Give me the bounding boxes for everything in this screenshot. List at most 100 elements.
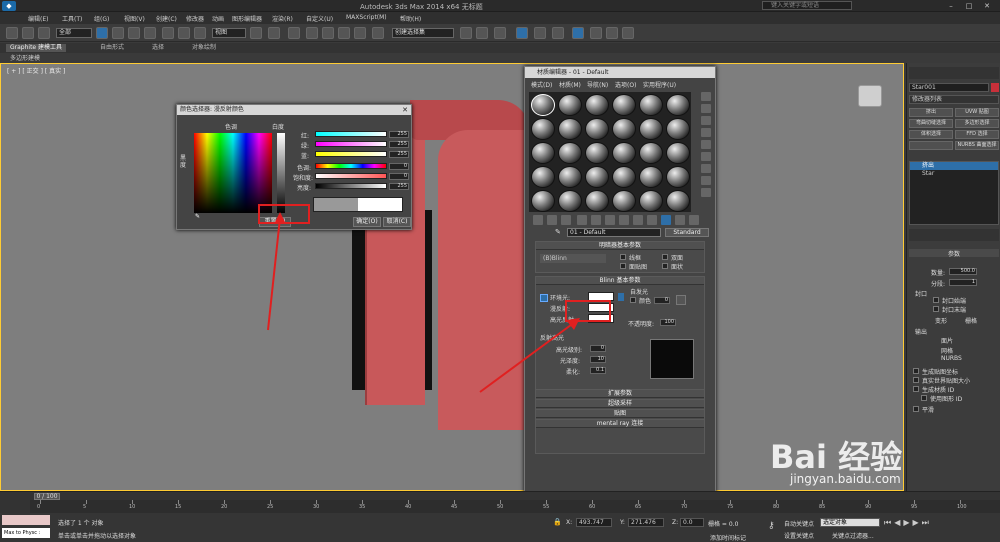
menu-help[interactable]: 帮助(H): [400, 14, 421, 23]
time-slider-handle[interactable]: 0 / 100: [34, 493, 60, 500]
green-value[interactable]: 255: [389, 141, 409, 148]
put-to-library-icon[interactable]: [619, 215, 629, 225]
amount-value[interactable]: 500.0: [949, 268, 977, 275]
reset-material-icon[interactable]: [577, 215, 587, 225]
minimize-icon[interactable]: –: [944, 1, 958, 11]
menu-view[interactable]: 视图(V): [124, 14, 145, 23]
object-name-field[interactable]: Star001: [909, 83, 989, 92]
schematic-view-icon[interactable]: [552, 27, 564, 39]
material-sample-sphere[interactable]: [666, 166, 690, 188]
color-dialog-title[interactable]: 颜色选择器: 漫反射颜色: [177, 105, 411, 115]
maxscript-input[interactable]: Max to Physc :: [2, 528, 50, 538]
lock-ambient-diffuse-icon[interactable]: [540, 294, 548, 302]
edit-named-sets-icon[interactable]: [372, 27, 384, 39]
set-key-button[interactable]: 设置关键点: [784, 531, 814, 540]
bind-spacewarp-icon[interactable]: [38, 27, 50, 39]
material-sample-sphere[interactable]: [612, 166, 636, 188]
viewcube-icon[interactable]: [858, 85, 882, 107]
menu-graph-editors[interactable]: 图形编辑器: [232, 14, 262, 23]
material-sample-sphere[interactable]: [639, 142, 663, 164]
go-forward-sibling-icon[interactable]: [689, 215, 699, 225]
stack-tools[interactable]: [909, 229, 999, 241]
red-slider[interactable]: [315, 131, 387, 137]
params-rollout-header[interactable]: 参数: [909, 249, 999, 258]
material-sample-sphere[interactable]: [612, 118, 636, 140]
rotate-icon[interactable]: [178, 27, 190, 39]
mod-uvw-button[interactable]: UVW 贴图: [955, 108, 999, 117]
saturation-slider[interactable]: [315, 173, 387, 179]
blinn-rollout-header[interactable]: Blinn 基本参数: [536, 277, 704, 285]
command-panel-tabs[interactable]: [909, 67, 999, 79]
material-sample-sphere[interactable]: [531, 190, 555, 212]
value-slider[interactable]: [315, 183, 387, 189]
material-navigator-icon[interactable]: [701, 188, 711, 197]
track-bar[interactable]: 0 5 10 15 20 25 30 35 40 45 50 55 60 65 70 75 80 85 90 95 10…: [30, 500, 1000, 513]
material-sample-sphere[interactable]: [639, 118, 663, 140]
key-mode-select[interactable]: 选定对象: [820, 518, 880, 527]
x-coordinate-field[interactable]: 493.747: [576, 518, 612, 527]
close-icon[interactable]: ✕: [402, 105, 408, 115]
me-menu-options[interactable]: 选项(O): [615, 80, 636, 89]
material-sample-sphere[interactable]: [666, 94, 690, 116]
material-sample-sphere[interactable]: [585, 94, 609, 116]
named-selection-set-select[interactable]: 创建选择集: [392, 28, 454, 38]
maps-rollout[interactable]: 贴图: [535, 409, 705, 418]
material-type-button[interactable]: Standard: [665, 228, 709, 237]
me-menu-utilities[interactable]: 实用程序(U): [643, 80, 676, 89]
material-sample-sphere[interactable]: [666, 190, 690, 212]
menu-customize[interactable]: 自定义(U): [306, 14, 333, 23]
supersampling-header[interactable]: 超级采样: [536, 400, 704, 408]
select-by-material-icon[interactable]: [701, 176, 711, 185]
extruded-star-face[interactable]: [438, 130, 528, 430]
material-sample-sphere[interactable]: [612, 94, 636, 116]
backlight-icon[interactable]: [701, 104, 711, 113]
material-sample-sphere[interactable]: [558, 94, 582, 116]
options-icon[interactable]: [701, 164, 711, 173]
output-mesh-label[interactable]: 网格: [941, 346, 953, 355]
material-sample-sphere[interactable]: [639, 94, 663, 116]
align-icon[interactable]: [476, 27, 488, 39]
eyedropper-icon[interactable]: ✎: [195, 213, 200, 220]
blue-value[interactable]: 255: [389, 151, 409, 158]
face-map-checkbox[interactable]: [620, 263, 626, 269]
menu-animation[interactable]: 动画: [212, 14, 224, 23]
z-coordinate-field[interactable]: 0.0: [680, 518, 704, 527]
saturation-value[interactable]: 0: [389, 173, 409, 180]
hue-value[interactable]: 0: [389, 163, 409, 170]
rendered-frame-icon[interactable]: [606, 27, 618, 39]
menu-maxscript[interactable]: MAXScript(M): [346, 14, 387, 21]
search-input[interactable]: 键入关键字或短语: [762, 1, 852, 10]
red-value[interactable]: 255: [389, 131, 409, 138]
material-sample-sphere[interactable]: [558, 118, 582, 140]
material-name-field[interactable]: 01 - Default: [567, 228, 661, 237]
use-shape-ids-checkbox[interactable]: [921, 395, 927, 401]
scale-icon[interactable]: [194, 27, 206, 39]
opacity-value[interactable]: 100: [660, 319, 676, 326]
shader-select[interactable]: (B)Blinn: [540, 254, 606, 263]
key-filters-button[interactable]: 关键点过滤器...: [832, 531, 874, 540]
y-coordinate-field[interactable]: 271.476: [628, 518, 664, 527]
select-by-name-icon[interactable]: [112, 27, 124, 39]
polygon-modeling-label[interactable]: 多边形建模: [10, 53, 40, 62]
material-sample-sphere[interactable]: [639, 166, 663, 188]
snaps-toggle-icon[interactable]: [306, 27, 318, 39]
unlink-icon[interactable]: [22, 27, 34, 39]
material-sample-sphere[interactable]: [531, 166, 555, 188]
soften-value[interactable]: 0.1: [590, 367, 606, 374]
curve-editor-icon[interactable]: [534, 27, 546, 39]
cap-start-checkbox[interactable]: [933, 297, 939, 303]
app-logo-icon[interactable]: ◆: [2, 1, 16, 11]
segments-value[interactable]: 1: [949, 279, 977, 286]
material-sample-sphere[interactable]: [585, 166, 609, 188]
material-sample-sphere[interactable]: [558, 142, 582, 164]
select-object-icon[interactable]: [96, 27, 108, 39]
material-editor-icon[interactable]: [572, 27, 584, 39]
menu-rendering[interactable]: 渲染(R): [272, 14, 293, 23]
video-check-icon[interactable]: [701, 140, 711, 149]
pick-material-eyedropper-icon[interactable]: ✎: [555, 228, 561, 236]
window-crossing-icon[interactable]: [144, 27, 156, 39]
material-sample-sphere[interactable]: [639, 190, 663, 212]
output-nurbs-label[interactable]: NURBS: [941, 355, 962, 362]
menu-tools[interactable]: 工具(T): [62, 14, 82, 23]
render-production-icon[interactable]: [622, 27, 634, 39]
